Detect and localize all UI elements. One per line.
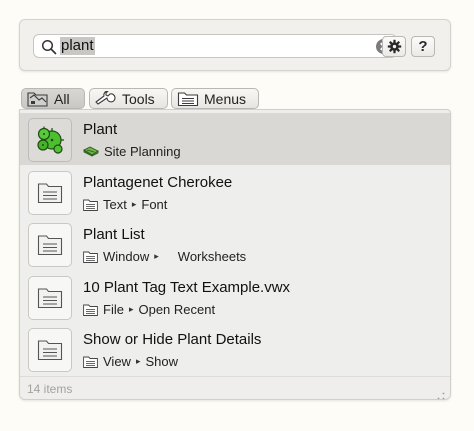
item-count: 14 items bbox=[27, 382, 73, 396]
tab-tools-label: Tools bbox=[122, 90, 155, 107]
menu-item-icon bbox=[28, 328, 72, 372]
all-folder-icon bbox=[27, 90, 49, 107]
result-row-plant[interactable]: Plant Site Planning bbox=[20, 113, 450, 165]
menu-folder-icon bbox=[177, 91, 199, 107]
plant-tool-icon bbox=[28, 118, 72, 162]
menu-item-icon bbox=[28, 171, 72, 215]
result-path: Text ▸ Font bbox=[83, 197, 167, 212]
menu-folder-icon bbox=[83, 304, 98, 316]
tab-all-label: All bbox=[54, 90, 70, 107]
menu-folder-icon bbox=[83, 251, 98, 263]
result-title: Plantagenet Cherokee bbox=[83, 174, 233, 191]
tab-menus[interactable]: Menus bbox=[171, 88, 259, 109]
path-segment: File bbox=[103, 302, 124, 317]
path-separator-icon: ▸ bbox=[154, 251, 159, 261]
search-panel: plant ? bbox=[19, 19, 451, 71]
result-path: File ▸ Open Recent bbox=[83, 302, 215, 317]
result-row-plant-list[interactable]: Plant List Window ▸ Worksheets bbox=[20, 218, 450, 270]
path-segment: Font bbox=[141, 197, 168, 212]
result-row-show-hide-plant-details[interactable]: Show or Hide Plant Details View ▸ Show bbox=[20, 323, 450, 375]
menu-folder-icon bbox=[83, 356, 98, 368]
path-segment: Site Planning bbox=[104, 144, 181, 159]
wrench-icon bbox=[95, 90, 117, 107]
result-path: Window ▸ Worksheets bbox=[83, 249, 246, 264]
path-segment: Window bbox=[103, 249, 150, 264]
resize-grip-icon[interactable] bbox=[437, 387, 445, 399]
menu-folder-icon bbox=[83, 199, 98, 211]
result-title: 10 Plant Tag Text Example.vwx bbox=[83, 279, 291, 296]
settings-button[interactable] bbox=[382, 36, 406, 57]
search-field[interactable]: plant bbox=[33, 34, 397, 58]
path-segment: Worksheets bbox=[177, 249, 247, 264]
tab-tools[interactable]: Tools bbox=[89, 88, 168, 109]
status-bar: 14 items bbox=[20, 376, 450, 399]
result-title: Plant bbox=[83, 121, 118, 138]
search-input[interactable]: plant bbox=[60, 37, 95, 55]
path-segment: Open Recent bbox=[138, 302, 216, 317]
path-separator-icon: ▸ bbox=[131, 199, 137, 209]
menu-item-icon bbox=[28, 276, 72, 320]
tab-menus-label: Menus bbox=[204, 90, 247, 107]
site-planning-icon bbox=[83, 145, 99, 158]
path-segment: Text bbox=[103, 197, 127, 212]
menu-item-icon bbox=[28, 223, 72, 267]
results-list: Plant Site Planning Plantagenet Cherokee… bbox=[19, 109, 451, 400]
path-segment: View bbox=[103, 354, 131, 369]
tab-all[interactable]: All bbox=[21, 88, 85, 109]
path-segment: Show bbox=[145, 354, 179, 369]
help-button[interactable]: ? bbox=[411, 36, 435, 57]
path-separator-icon: ▸ bbox=[135, 356, 141, 366]
search-icon bbox=[41, 39, 57, 55]
result-title: Show or Hide Plant Details bbox=[83, 331, 262, 348]
result-row-plant-tag-file[interactable]: 10 Plant Tag Text Example.vwx File ▸ Ope… bbox=[20, 271, 450, 323]
result-path: View ▸ Show bbox=[83, 354, 178, 369]
path-separator-icon: ▸ bbox=[128, 304, 134, 314]
result-path: Site Planning bbox=[83, 144, 181, 159]
result-title: Plant List bbox=[83, 226, 145, 243]
gear-icon bbox=[387, 39, 402, 54]
result-row-plantagenet-cherokee[interactable]: Plantagenet Cherokee Text ▸ Font bbox=[20, 166, 450, 218]
